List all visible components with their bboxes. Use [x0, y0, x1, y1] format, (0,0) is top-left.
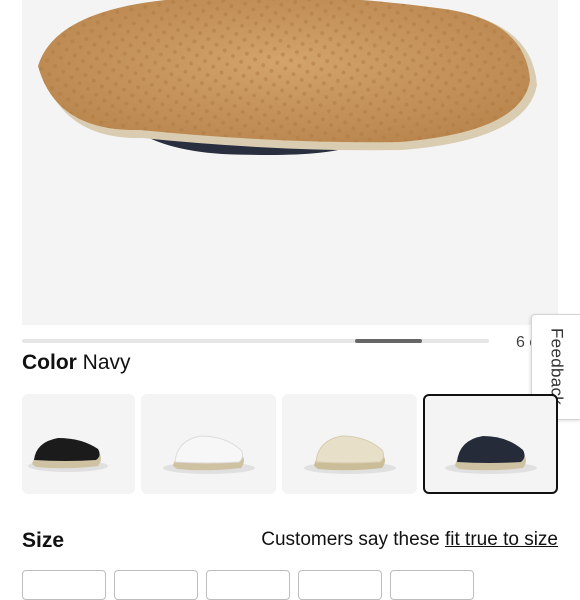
- size-label: Size: [22, 529, 65, 552]
- color-heading: Color Navy: [22, 350, 131, 376]
- shoe-navy-icon: [445, 436, 537, 474]
- shoe-natural-icon: [304, 435, 396, 474]
- size-option[interactable]: [206, 570, 290, 600]
- fit-note: Customers say these fit true to size: [261, 529, 558, 551]
- swatch-white[interactable]: [141, 394, 276, 494]
- swatch-navy[interactable]: [423, 394, 558, 494]
- shoe-black-icon: [28, 438, 108, 472]
- size-option[interactable]: [298, 570, 382, 600]
- size-option[interactable]: [22, 570, 106, 600]
- fit-prefix: Customers say these: [261, 529, 440, 550]
- swatch-black[interactable]: [22, 394, 135, 494]
- size-option[interactable]: [390, 570, 474, 600]
- fit-true-to-size-link[interactable]: fit true to size: [445, 529, 558, 550]
- swatch-natural[interactable]: [282, 394, 417, 494]
- shoe-sole-photo: [38, 0, 537, 155]
- size-option[interactable]: [114, 570, 198, 600]
- product-image[interactable]: [22, 0, 558, 325]
- color-label: Color: [22, 351, 77, 374]
- color-value: Navy: [82, 351, 131, 374]
- gallery-scroll-thumb[interactable]: [355, 339, 422, 343]
- gallery-scrollbar[interactable]: [22, 339, 489, 343]
- shoe-white-icon: [163, 435, 255, 474]
